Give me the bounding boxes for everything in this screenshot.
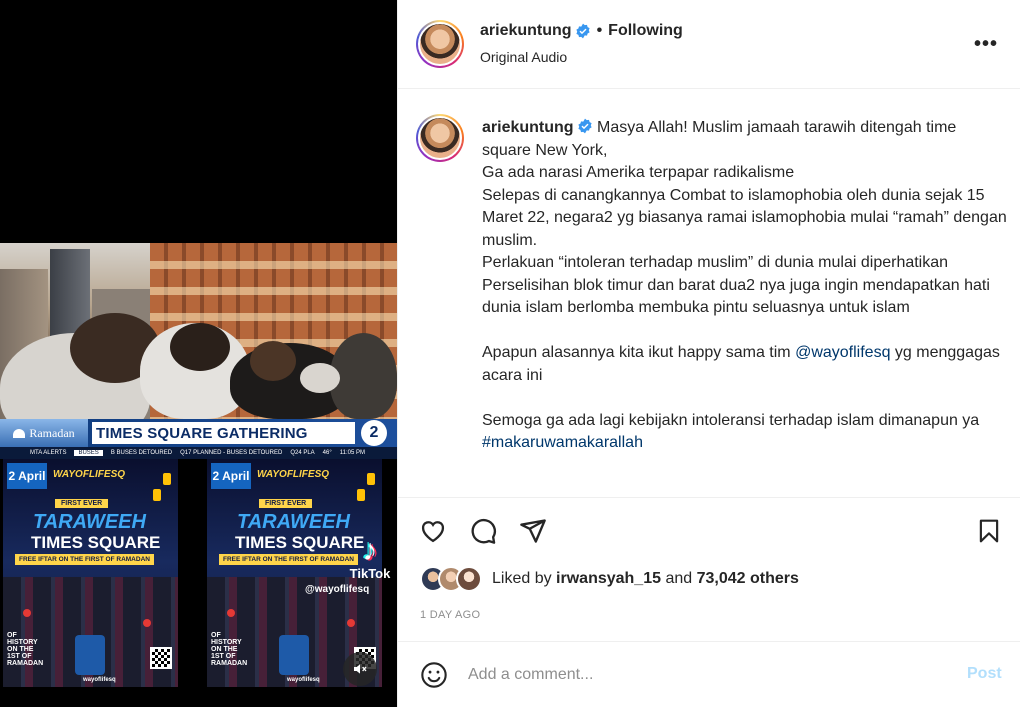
original-audio-link[interactable]: Original Audio bbox=[480, 49, 567, 65]
divider bbox=[398, 641, 1020, 642]
poster-iftar-banner: FREE IFTAR ON THE FIRST OF RAMADAN bbox=[15, 554, 154, 565]
poster-speaker-photo bbox=[75, 635, 105, 675]
speaker-muted-icon bbox=[354, 664, 367, 674]
news-broadcast-frame: Ramadan TIMES SQUARE GATHERING 2 MTA ALE… bbox=[0, 243, 397, 459]
caption-hashtag-line: #makaruwamakarallah bbox=[482, 432, 1008, 455]
comment-bubble-icon bbox=[471, 519, 496, 544]
likes-prefix: Liked by bbox=[492, 570, 557, 587]
poster-brand: WAYOFLIFESQ bbox=[257, 469, 330, 480]
like-button[interactable] bbox=[418, 516, 448, 546]
tiktok-icon: ♪ bbox=[362, 534, 378, 567]
poster-handle: wayoflifesq bbox=[287, 677, 320, 683]
likes-count[interactable]: 73,042 others bbox=[697, 570, 799, 587]
liker-avatar bbox=[456, 566, 482, 592]
times-square-prayer-scene bbox=[0, 243, 397, 419]
tiktok-handle: @wayoflifesq bbox=[305, 584, 370, 595]
caption-paragraph-2: Apapun alasannya kita ikut happy sama ti… bbox=[482, 342, 1008, 387]
following-button[interactable]: Following bbox=[608, 22, 683, 40]
post-comment-button[interactable]: Post bbox=[967, 665, 1002, 683]
poster-history-text: OF HISTORY ON THE 1ST OF RAMADAN bbox=[7, 632, 44, 667]
post-timestamp[interactable]: 1 DAY AGO bbox=[420, 609, 480, 621]
liker-avatars bbox=[420, 566, 482, 592]
instagram-post-view: Ramadan TIMES SQUARE GATHERING 2 MTA ALE… bbox=[0, 0, 1020, 707]
post-details-panel: ariekuntung • Following Original Audio •… bbox=[397, 0, 1020, 707]
likes-summary[interactable]: Liked by irwansyah_15 and 73,042 others bbox=[420, 566, 799, 592]
post-header: ariekuntung • Following Original Audio •… bbox=[398, 0, 1020, 89]
heart-icon bbox=[421, 521, 445, 543]
caption-text: Semoga ga ada lagi kebijakn intoleransi … bbox=[482, 411, 980, 429]
ticker-item: MTA ALERTS bbox=[30, 450, 67, 456]
poster-first-ever: FIRST EVER bbox=[259, 499, 313, 508]
news-ticker: MTA ALERTS BUSES B BUSES DETOURED Q17 PL… bbox=[0, 447, 397, 459]
caption-author-avatar[interactable] bbox=[416, 114, 464, 162]
caption-paragraph-1: ariekuntung Masya Allah! Muslim jamaah t… bbox=[482, 117, 1008, 320]
paper-plane-icon bbox=[520, 519, 546, 543]
ticker-item: B BUSES DETOURED bbox=[110, 450, 173, 456]
post-caption: ariekuntung Masya Allah! Muslim jamaah t… bbox=[482, 117, 1008, 455]
news-headline: TIMES SQUARE GATHERING bbox=[92, 422, 355, 444]
likes-connector: and bbox=[661, 570, 697, 587]
ticker-item: Q24 PLA bbox=[290, 450, 315, 456]
poster-handle: wayoflifesq bbox=[83, 677, 116, 683]
mention-link[interactable]: @wayoflifesq bbox=[795, 344, 890, 361]
poster-date: 2 April bbox=[211, 463, 251, 489]
event-poster-left: 2 April WAYOFLIFESQ FIRST EVER TARAWEEH … bbox=[3, 459, 178, 687]
verified-badge-icon bbox=[575, 23, 590, 39]
author-username[interactable]: ariekuntung bbox=[480, 22, 572, 40]
author-row: ariekuntung • Following bbox=[480, 22, 683, 40]
caption-paragraph-3: Semoga ga ada lagi kebijakn intoleransi … bbox=[482, 410, 1008, 433]
divider bbox=[398, 497, 1020, 498]
likes-text: Liked by irwansyah_15 and 73,042 others bbox=[492, 570, 799, 588]
caption-username[interactable]: ariekuntung bbox=[482, 119, 574, 136]
ticker-item: BUSES bbox=[74, 450, 103, 456]
poster-brand: WAYOFLIFESQ bbox=[53, 469, 126, 480]
reel-video[interactable]: Ramadan TIMES SQUARE GATHERING 2 MTA ALE… bbox=[0, 0, 397, 707]
bookmark-icon bbox=[979, 519, 999, 543]
caption-text: Masya Allah! Muslim jamaah tarawih diten… bbox=[482, 119, 1007, 316]
mute-button[interactable] bbox=[343, 652, 377, 686]
ramadan-tag: Ramadan bbox=[0, 419, 88, 447]
separator-dot: • bbox=[596, 22, 603, 39]
verified-badge-icon bbox=[577, 118, 592, 134]
poster-title-taraweeh: TARAWEEH bbox=[237, 511, 350, 533]
share-button[interactable] bbox=[518, 516, 548, 546]
save-button[interactable] bbox=[974, 516, 1004, 546]
news-lower-third: Ramadan TIMES SQUARE GATHERING 2 bbox=[0, 419, 397, 447]
liker-username[interactable]: irwansyah_15 bbox=[556, 570, 661, 587]
ticker-temperature: 46° bbox=[322, 450, 332, 456]
tiktok-wordmark: TikTok bbox=[349, 566, 391, 581]
author-avatar[interactable] bbox=[416, 20, 464, 68]
caption-text: Apapun alasannya kita ikut happy sama ti… bbox=[482, 344, 796, 361]
hashtag-link[interactable]: #makaruwamakarallah bbox=[482, 434, 643, 451]
more-options-button[interactable]: ••• bbox=[974, 34, 998, 54]
ramadan-tag-label: Ramadan bbox=[29, 425, 75, 440]
poster-speaker-photo bbox=[279, 635, 309, 675]
ticker-item: Q17 PLANNED - BUSES DETOURED bbox=[180, 450, 283, 456]
tiktok-watermark: ♪ TikTok bbox=[343, 534, 397, 582]
cbs-2-logo: 2 bbox=[361, 420, 387, 446]
poster-title-taraweeh: TARAWEEH bbox=[33, 511, 146, 533]
qr-code-icon bbox=[150, 647, 172, 669]
ticker-time: 11:05 PM bbox=[339, 450, 365, 456]
poster-date: 2 April bbox=[7, 463, 47, 489]
poster-history-text: OF HISTORY ON THE 1ST OF RAMADAN bbox=[211, 632, 248, 667]
mosque-dome-icon bbox=[13, 428, 26, 438]
emoji-icon[interactable] bbox=[420, 661, 448, 689]
poster-iftar-banner: FREE IFTAR ON THE FIRST OF RAMADAN bbox=[219, 554, 358, 565]
comment-button[interactable] bbox=[468, 516, 498, 546]
poster-title-times-square: TIMES SQUARE bbox=[31, 533, 161, 552]
comment-input[interactable] bbox=[468, 662, 948, 688]
poster-first-ever: FIRST EVER bbox=[55, 499, 109, 508]
